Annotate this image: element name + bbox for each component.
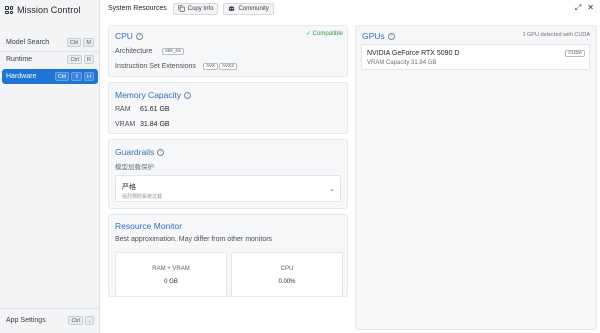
guardrails-title: Guardrails — [115, 147, 155, 157]
architecture-tag: x86_64 — [162, 48, 184, 55]
sidebar-item-runtime[interactable]: Runtime Ctrl R — [2, 52, 98, 67]
community-label: Community — [238, 5, 269, 12]
cuda-badge: CUDA — [565, 50, 585, 57]
guardrails-subtitle: 模型加载保护 — [115, 164, 154, 171]
shortcut-key: M — [83, 38, 94, 47]
copy-info-label: Copy Info — [187, 5, 214, 12]
sidebar-divider — [0, 308, 100, 309]
ram-vram-monitor: RAM + VRAM 0 GB — [115, 252, 227, 297]
copy-info-button[interactable]: Copy Info — [172, 2, 219, 15]
vram-label: VRAM — [115, 121, 136, 128]
select-value: 严格 — [122, 184, 136, 191]
shortcut-key: ⇧ — [71, 72, 83, 81]
isa-tag: AVX — [203, 63, 219, 70]
close-icon[interactable]: ✕ — [587, 3, 594, 13]
gpu-name: NVIDIA GeForce RTX 5090 D — [367, 50, 460, 57]
page-title: System Resources — [108, 5, 167, 12]
cpu-card: CPU ? ✓ Compatible Architecture x86_64 I… — [108, 25, 348, 77]
shortcut-key: R — [84, 55, 94, 64]
sidebar-item-label: Model Search — [6, 39, 50, 46]
memory-title: Memory Capacity — [115, 90, 182, 100]
architecture-label: Architecture — [115, 48, 153, 55]
shortcut-key: Ctrl — [66, 38, 82, 47]
help-icon[interactable]: ? — [157, 148, 165, 156]
app-title: Mission Control — [17, 5, 81, 15]
monitor-subtitle: Best approximation. May differ from othe… — [115, 236, 273, 243]
compatible-status: ✓ Compatible — [305, 31, 343, 37]
community-button[interactable]: Community — [223, 2, 274, 15]
topbar: System Resources Copy Info Community ⤢ ✕ — [101, 0, 600, 17]
gpu-detected-count: 1 GPU detected with CUDA — [522, 32, 590, 38]
isa-tag: AVX2 — [219, 63, 237, 70]
gpu-vram: VRAM Capacity 31.84 GB — [367, 60, 437, 66]
cpu-monitor: CPU 0.00% — [231, 252, 343, 297]
vram-value: 31.84 GB — [140, 121, 170, 128]
help-icon[interactable]: ? — [135, 32, 143, 40]
help-icon[interactable]: ? — [184, 91, 192, 99]
copy-icon — [178, 5, 185, 12]
help-icon[interactable]: ? — [387, 32, 395, 40]
sidebar-item-app-settings[interactable]: App Settings Ctrl , — [2, 313, 98, 328]
shortcut-key: Ctrl — [68, 316, 83, 325]
gpu-item: NVIDIA GeForce RTX 5090 D CUDA VRAM Capa… — [361, 44, 590, 70]
cpu-usage-label: CPU — [280, 266, 294, 272]
shortcut-key: , — [85, 316, 94, 325]
sidebar-item-label: Hardware — [6, 73, 37, 80]
window-controls: ⤢ ✕ — [575, 3, 594, 13]
memory-card: Memory Capacity ? RAM 61.61 GB VRAM 31.8… — [108, 82, 348, 134]
shortcut-key: Ctrl — [54, 72, 70, 81]
card-title: Resource Monitor — [115, 221, 182, 231]
ram-label: RAM — [115, 106, 131, 113]
grid-icon — [5, 6, 13, 14]
card-title: GPUs ? — [362, 31, 395, 41]
sidebar-item-hardware[interactable]: Hardware Ctrl ⇧ H — [2, 69, 98, 84]
shortcut-key: Ctrl — [67, 55, 83, 64]
guardrails-card: Guardrails ? 模型加载保护 严格 强烈预防系统过载 ⌄ — [108, 139, 348, 209]
sidebar-item-label: Runtime — [6, 56, 33, 63]
sidebar: Mission Control Model Search Ctrl M Runt… — [0, 0, 100, 333]
resource-monitor-card: Resource Monitor Best approximation. May… — [108, 214, 348, 297]
ram-vram-label: RAM + VRAM — [152, 266, 190, 272]
app-brand: Mission Control — [5, 4, 81, 16]
card-title: CPU ? — [115, 31, 143, 41]
gpus-title: GPUs — [362, 31, 385, 41]
card-title: Guardrails ? — [115, 147, 165, 157]
isa-label: Instruction Set Extensions — [115, 63, 196, 70]
ram-value: 61.61 GB — [140, 106, 170, 113]
select-description: 强烈预防系统过载 — [122, 194, 163, 200]
guardrails-select[interactable]: 严格 强烈预防系统过载 ⌄ — [115, 175, 341, 202]
expand-icon[interactable]: ⤢ — [575, 3, 581, 13]
cpu-title: CPU — [115, 31, 133, 41]
card-title: Memory Capacity ? — [115, 90, 192, 100]
sidebar-item-label: App Settings — [6, 317, 46, 324]
ram-vram-value: 0 GB — [164, 279, 178, 285]
sidebar-item-model-search[interactable]: Model Search Ctrl M — [2, 35, 98, 50]
gpus-card: GPUs ? 1 GPU detected with CUDA NVIDIA G… — [355, 25, 597, 330]
discord-icon — [229, 6, 235, 11]
cpu-usage-value: 0.00% — [278, 279, 296, 285]
monitor-title: Resource Monitor — [115, 221, 183, 231]
chevron-down-icon: ⌄ — [329, 186, 335, 193]
shortcut-key: H — [84, 72, 94, 81]
